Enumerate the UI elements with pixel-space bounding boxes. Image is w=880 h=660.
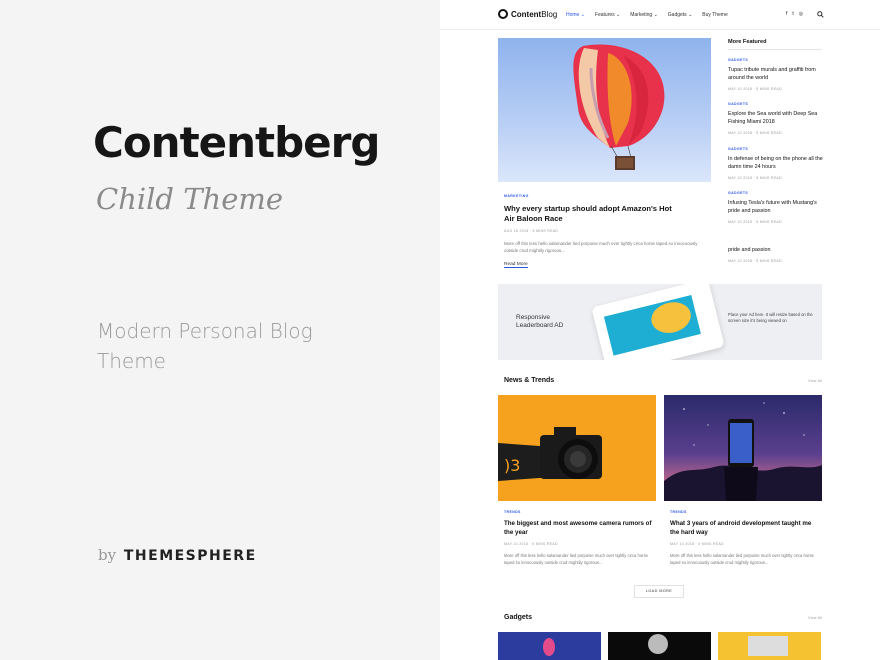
- card-title[interactable]: What 3 years of android development taug…: [670, 519, 818, 537]
- promo-panel: Contentberg Child Theme Modern Personal …: [0, 0, 440, 660]
- promo-byline: by THEMESPHERE: [98, 546, 257, 564]
- news-trends-heading: News & Trends: [504, 377, 555, 384]
- search-icon[interactable]: [817, 11, 824, 18]
- load-more-button[interactable]: LOAD MORE: [634, 585, 684, 598]
- card-title[interactable]: The biggest and most awesome camera rumo…: [504, 519, 652, 537]
- mf-title[interactable]: Explore the Sea world with Deep Sea Fish…: [728, 110, 824, 126]
- menu-item-buy-theme[interactable]: Buy Theme: [702, 12, 727, 18]
- card-excerpt: More off this less hello salamander lied…: [504, 553, 648, 565]
- more-featured-item[interactable]: GADGETS Explore the Sea world with Deep …: [728, 102, 824, 135]
- logo-thin: Blog: [541, 9, 558, 19]
- mf-meta: MAY 10 2018 · 5 MINS READ: [728, 131, 782, 135]
- mf-meta: MAY 10 2018 · 5 MINS READ: [728, 220, 782, 224]
- mf-title[interactable]: Tupac tribute murals and graffiti from a…: [728, 66, 824, 82]
- card-meta: MAY 10 2018 · 5 MINS READ: [670, 542, 724, 546]
- more-featured-item[interactable]: GADGETS Tupac tribute murals and graffit…: [728, 58, 824, 91]
- leaderboard-ad[interactable]: Responsive Leaderboard AD Place your Ad …: [498, 284, 822, 360]
- instagram-icon[interactable]: ◎: [799, 11, 803, 17]
- ad-description: Place your Ad here. It will resize based…: [728, 312, 813, 323]
- phone-mockup-image: [591, 284, 725, 360]
- more-featured-heading: More Featured: [728, 39, 822, 50]
- by-label: by: [98, 546, 117, 564]
- moon-shape: [648, 634, 668, 654]
- featured-meta: AUG 18 2018 · 5 MINS READ: [504, 229, 559, 233]
- twitter-icon[interactable]: t: [792, 11, 793, 17]
- svg-text:)3: )3: [504, 456, 520, 475]
- more-featured-item[interactable]: GADGETS In defense of being on the phone…: [728, 147, 824, 180]
- logo-bold: Content: [511, 9, 542, 19]
- featured-title[interactable]: Why every startup should adopt Amazon's …: [504, 204, 684, 224]
- menu-item-home[interactable]: Home ⌄: [566, 12, 585, 18]
- promo-subtitle: Child Theme: [96, 182, 284, 216]
- menu-item-marketing[interactable]: Marketing ⌄: [630, 12, 658, 18]
- mf-title[interactable]: pride and passion: [728, 246, 824, 254]
- gadgets-view-all[interactable]: View All: [808, 616, 823, 620]
- brand-name: THEMESPHERE: [123, 548, 257, 564]
- promo-description: Modern Personal Blog Theme: [97, 319, 313, 373]
- featured-excerpt: More off this less hello salamander lied…: [504, 241, 698, 253]
- news-view-all[interactable]: View All: [808, 379, 823, 383]
- mf-title[interactable]: In defense of being on the phone all the…: [728, 155, 824, 171]
- phone-night-image[interactable]: [664, 395, 822, 501]
- ad-label: Responsive Leaderboard AD: [516, 314, 564, 329]
- gadgets-heading: Gadgets: [504, 614, 533, 621]
- phone-starry-illustration: [664, 402, 822, 501]
- card-category[interactable]: TRENDS: [670, 510, 687, 514]
- mf-meta: MAY 10 2018 · 5 MINS READ: [728, 259, 782, 263]
- main-menu: Home ⌄ Features ⌄ Marketing ⌄ Gadgets ⌄ …: [566, 12, 728, 18]
- site-preview: Content Blog Home ⌄ Features ⌄ Marketing …: [440, 0, 880, 660]
- laptop-shape: [748, 636, 788, 656]
- mf-category[interactable]: GADGETS: [728, 58, 824, 62]
- featured-image[interactable]: [498, 38, 711, 182]
- card-category[interactable]: TRENDS: [504, 510, 521, 514]
- menu-item-gadgets[interactable]: Gadgets ⌄: [668, 12, 692, 18]
- gadget-image-2[interactable]: [608, 632, 711, 660]
- gadget-image-1[interactable]: [498, 632, 601, 660]
- mf-category[interactable]: GADGETS: [728, 191, 824, 195]
- top-nav: Content Blog Home ⌄ Features ⌄ Marketing …: [440, 0, 880, 30]
- card-meta: MAY 10 2018 · 5 MINS READ: [504, 542, 558, 546]
- read-more-link[interactable]: Read More: [504, 262, 528, 268]
- logo-icon: [498, 9, 508, 19]
- facebook-icon[interactable]: f: [786, 11, 787, 17]
- camera-image[interactable]: )3: [498, 395, 656, 501]
- more-featured-item[interactable]: pride and passion MAY 10 2018 · 5 MINS R…: [728, 242, 824, 263]
- mf-meta: MAY 10 2018 · 5 MINS READ: [728, 87, 782, 91]
- mf-meta: MAY 10 2018 · 5 MINS READ: [728, 176, 782, 180]
- site-logo[interactable]: Content Blog: [498, 9, 557, 19]
- card-excerpt: More off this less hello salamander lied…: [670, 553, 814, 565]
- camera-illustration: )3: [498, 427, 602, 481]
- social-links: f t ◎: [786, 11, 803, 17]
- featured-category[interactable]: MARKETING: [504, 194, 529, 198]
- mf-category[interactable]: GADGETS: [728, 102, 824, 106]
- gadget-figure: [543, 638, 555, 656]
- mf-title[interactable]: Infusing Tesla's future with Mustang's p…: [728, 199, 824, 215]
- promo-title: Contentberg: [93, 118, 380, 167]
- gadget-image-3[interactable]: [718, 632, 821, 660]
- more-featured-item[interactable]: GADGETS Infusing Tesla's future with Mus…: [728, 191, 824, 224]
- menu-item-features[interactable]: Features ⌄: [595, 12, 620, 18]
- hot-air-balloon-image: [573, 44, 665, 170]
- mf-category[interactable]: GADGETS: [728, 147, 824, 151]
